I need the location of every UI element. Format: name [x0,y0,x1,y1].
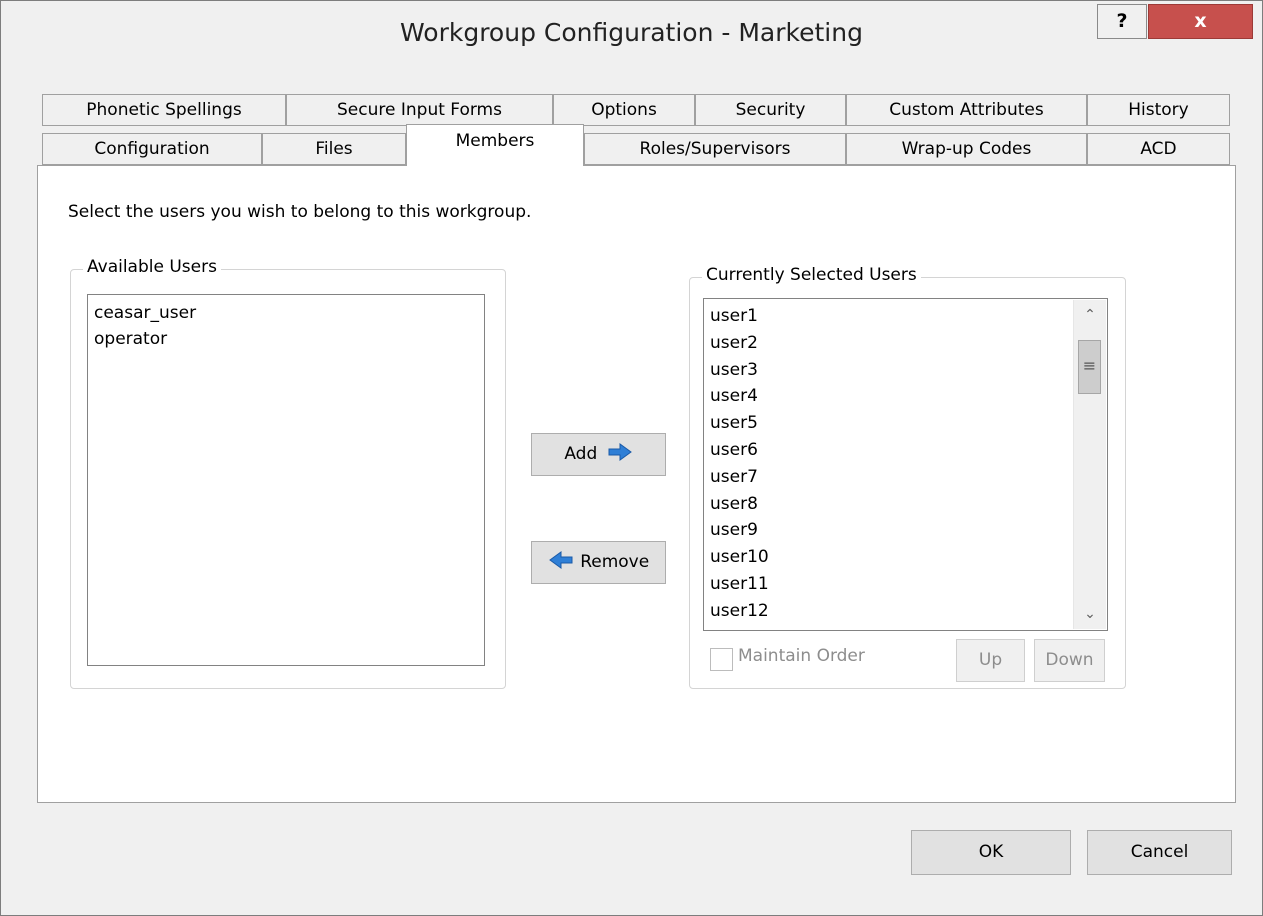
close-button[interactable]: x [1148,4,1253,39]
list-item[interactable]: user3 [704,357,1107,384]
members-panel: Select the users you wish to belong to t… [37,165,1236,803]
tab-phonetic-spellings[interactable]: Phonetic Spellings [42,94,286,126]
tab-security[interactable]: Security [695,94,846,126]
instruction-text: Select the users you wish to belong to t… [68,202,532,222]
list-item[interactable]: user9 [704,517,1107,544]
tab-configuration[interactable]: Configuration [42,133,262,165]
tab-roles-supervisors[interactable]: Roles/Supervisors [584,133,846,165]
tab-options[interactable]: Options [553,94,695,126]
list-item[interactable]: user10 [704,544,1107,571]
cancel-button[interactable]: Cancel [1087,830,1232,875]
list-item[interactable]: user2 [704,330,1107,357]
down-button[interactable]: Down [1034,639,1105,682]
list-item[interactable]: user11 [704,571,1107,598]
list-item[interactable]: user5 [704,410,1107,437]
scroll-up-arrow-icon[interactable]: ⌃ [1074,302,1106,328]
selected-users-list[interactable]: user1 user2 user3 user4 user5 user6 user… [703,298,1108,631]
tab-acd[interactable]: ACD [1087,133,1230,165]
tab-members[interactable]: Members [406,124,584,166]
list-item[interactable]: ceasar_user [88,300,484,326]
list-item[interactable]: operator [88,326,484,352]
title-bar[interactable]: Workgroup Configuration - Marketing ? x [1,1,1262,59]
available-users-list[interactable]: ceasar_user operator [87,294,485,666]
selected-users-group: Currently Selected Users user1 user2 use… [689,265,1126,689]
list-item[interactable]: user6 [704,437,1107,464]
arrow-left-icon [548,551,573,569]
tab-wrap-up-codes[interactable]: Wrap-up Codes [846,133,1087,165]
tab-custom-attributes[interactable]: Custom Attributes [846,94,1087,126]
arrow-right-icon [608,443,632,461]
help-button[interactable]: ? [1097,4,1147,39]
remove-label: Remove [580,552,650,572]
tab-history[interactable]: History [1087,94,1230,126]
list-item[interactable]: user4 [704,383,1107,410]
tab-files[interactable]: Files [262,133,406,165]
list-item[interactable]: user1 [704,303,1107,330]
list-item[interactable]: user7 [704,464,1107,491]
selected-users-label: Currently Selected Users [702,265,921,285]
add-button[interactable]: Add [531,433,666,476]
available-users-label: Available Users [83,257,221,277]
tab-secure-input-forms[interactable]: Secure Input Forms [286,94,553,126]
available-users-group: Available Users ceasar_user operator [70,257,506,689]
remove-button[interactable]: Remove [531,541,666,584]
vertical-scrollbar[interactable]: ⌃ ≡ ⌄ [1073,300,1106,629]
list-item[interactable]: user8 [704,491,1107,518]
dialog-window: Workgroup Configuration - Marketing ? x … [0,0,1263,916]
window-title: Workgroup Configuration - Marketing [400,18,863,47]
up-button[interactable]: Up [956,639,1025,682]
scroll-thumb[interactable]: ≡ [1078,340,1101,394]
list-item[interactable]: user12 [704,598,1107,625]
maintain-order-checkbox[interactable] [710,648,733,671]
add-label: Add [564,444,598,464]
scroll-down-arrow-icon[interactable]: ⌄ [1074,601,1106,627]
maintain-order-label[interactable]: Maintain Order [738,646,865,666]
ok-button[interactable]: OK [911,830,1071,875]
